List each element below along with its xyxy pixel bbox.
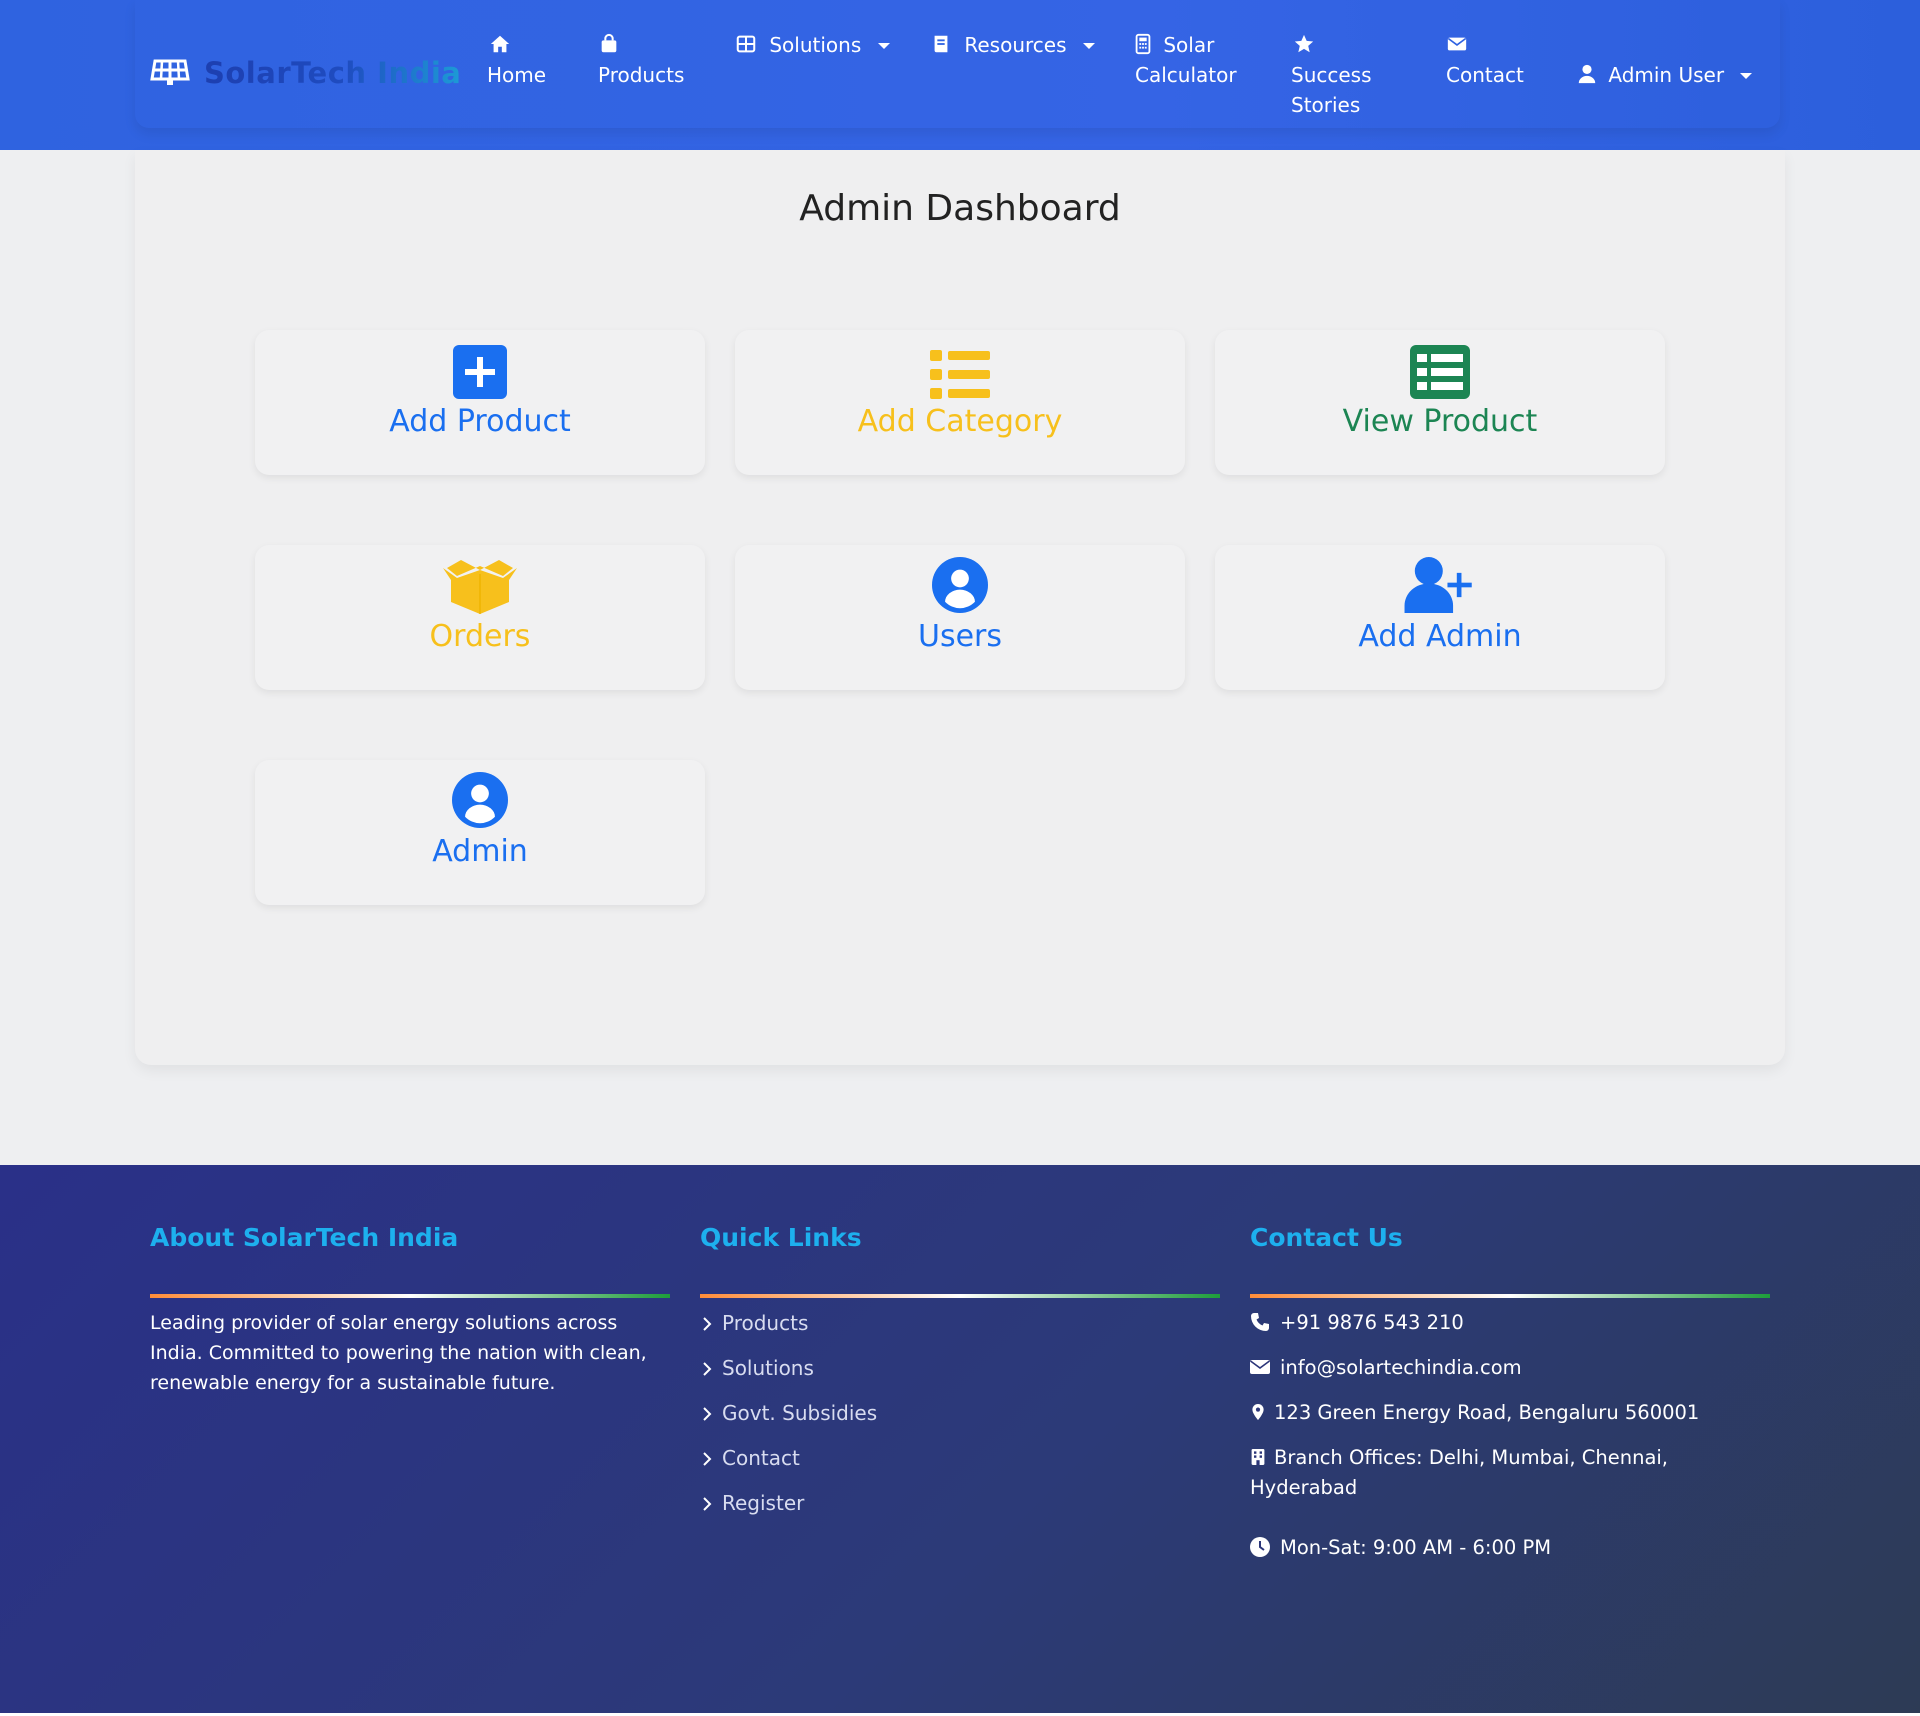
footer-branch-text-2: Hyderabad [1250,1476,1358,1499]
box-open-icon [255,559,705,615]
admin-label: Admin [432,834,528,869]
plus-square-icon [255,344,705,400]
footer-branch-text-1: Branch Offices: Delhi, Mumbai, Chennai, [1274,1446,1669,1469]
footer-hours: Mon-Sat: 9:00 AM - 6:00 PM [1250,1533,1551,1563]
site-footer: About SolarTech India Leading provider o… [0,1165,1920,1713]
envelope-icon [1250,1360,1270,1374]
chevron-right-icon [703,1497,712,1511]
footer-about-heading: About SolarTech India [150,1223,459,1252]
nav-solar-calculator[interactable]: Solar Calculator [1135,30,1237,90]
chevron-down-icon [1740,73,1753,79]
phone-icon [1251,1313,1269,1331]
chevron-down-icon [1082,43,1095,49]
footer-hours-text: Mon-Sat: 9:00 AM - 6:00 PM [1280,1536,1552,1559]
user-circle-icon [255,772,705,830]
footer-link-label: Products [722,1311,809,1335]
nav-home-label: Home [487,63,547,87]
brand-logo[interactable]: SolarTech India [150,56,461,90]
table-icon [1215,344,1665,400]
footer-link-label: Solutions [722,1356,814,1380]
add-product-card[interactable]: Add Product [255,330,705,475]
footer-link-label: Contact [722,1446,800,1470]
add-category-label: Add Category [857,404,1063,439]
calculator-icon [1135,33,1151,55]
footer-divider [150,1294,670,1298]
footer-link-register[interactable]: Register [700,1488,804,1518]
list-icon [735,344,1185,400]
users-label: Users [917,619,1002,654]
chevron-right-icon [703,1452,712,1466]
footer-email-text: info@solartechindia.com [1280,1356,1522,1379]
add-category-card[interactable]: Add Category [735,330,1185,475]
footer-address-text: 123 Green Energy Road, Bengaluru 560001 [1274,1401,1700,1424]
nav-solar-calculator-label-2: Calculator [1135,63,1237,87]
grid-icon [735,33,757,55]
nav-contact-label: Contact [1446,63,1524,87]
footer-contact-heading: Contact Us [1250,1223,1403,1252]
envelope-icon [1446,33,1468,55]
chevron-right-icon [703,1317,712,1331]
chevron-right-icon [703,1407,712,1421]
footer-about-text: Leading provider of solar energy solutio… [150,1312,647,1394]
footer-phone-text: +91 9876 543 210 [1280,1311,1464,1334]
footer-branch-offices: Branch Offices: Delhi, Mumbai, Chennai, … [1250,1443,1668,1503]
footer-link-contact[interactable]: Contact [700,1443,800,1473]
nav-contact[interactable]: Contact [1446,30,1524,90]
map-marker-icon [1252,1404,1264,1420]
brand-name: SolarTech India [204,56,462,90]
footer-divider [1250,1294,1770,1298]
clock-icon [1250,1537,1270,1557]
nav-solar-calculator-label-1: Solar [1163,33,1215,57]
view-product-label: View Product [1342,404,1538,439]
nav-admin-user-dropdown[interactable]: Admin User [1576,60,1753,90]
nav-success-stories[interactable]: Success Stories [1291,30,1372,120]
nav-solutions-dropdown[interactable]: Solutions [735,30,890,60]
nav-solutions-label: Solutions [769,33,862,57]
home-icon [489,33,511,55]
nav-success-stories-label-2: Stories [1291,93,1361,117]
nav-products[interactable]: Products [598,30,684,90]
add-product-label: Add Product [389,404,571,439]
add-admin-label: Add Admin [1358,619,1522,654]
footer-phone[interactable]: +91 9876 543 210 [1250,1308,1464,1338]
chevron-right-icon [703,1362,712,1376]
orders-label: Orders [429,619,531,654]
star-icon [1293,33,1315,55]
users-card[interactable]: Users [735,545,1185,690]
shopping-bag-icon [598,33,620,55]
nav-success-stories-label-1: Success [1291,63,1372,87]
footer-link-label: Govt. Subsidies [722,1401,878,1425]
nav-admin-user-label: Admin User [1608,63,1725,87]
page-title: Admin Dashboard [799,188,1121,229]
footer-link-govt-subsidies[interactable]: Govt. Subsidies [700,1398,877,1428]
top-navbar: SolarTech India Home Products Solutions … [0,0,1920,150]
building-icon [1251,1449,1265,1465]
footer-quick-links-heading: Quick Links [700,1223,862,1252]
book-icon [930,33,952,55]
nav-products-label: Products [598,63,685,87]
footer-link-products[interactable]: Products [700,1308,808,1338]
orders-card[interactable]: Orders [255,545,705,690]
add-admin-card[interactable]: Add Admin [1215,545,1665,690]
user-circle-icon [735,557,1185,615]
user-icon [1576,63,1598,85]
footer-link-label: Register [722,1491,805,1515]
footer-email[interactable]: info@solartechindia.com [1250,1353,1522,1383]
user-plus-icon [1215,557,1665,615]
view-product-card[interactable]: View Product [1215,330,1665,475]
admin-card[interactable]: Admin [255,760,705,905]
footer-link-solutions[interactable]: Solutions [700,1353,814,1383]
solar-panel-icon [150,58,190,88]
nav-resources-label: Resources [964,33,1067,57]
nav-home[interactable]: Home [487,30,546,90]
chevron-down-icon [877,43,890,49]
footer-divider [700,1294,1220,1298]
nav-resources-dropdown[interactable]: Resources [930,30,1095,60]
footer-address: 123 Green Energy Road, Bengaluru 560001 [1250,1398,1699,1428]
